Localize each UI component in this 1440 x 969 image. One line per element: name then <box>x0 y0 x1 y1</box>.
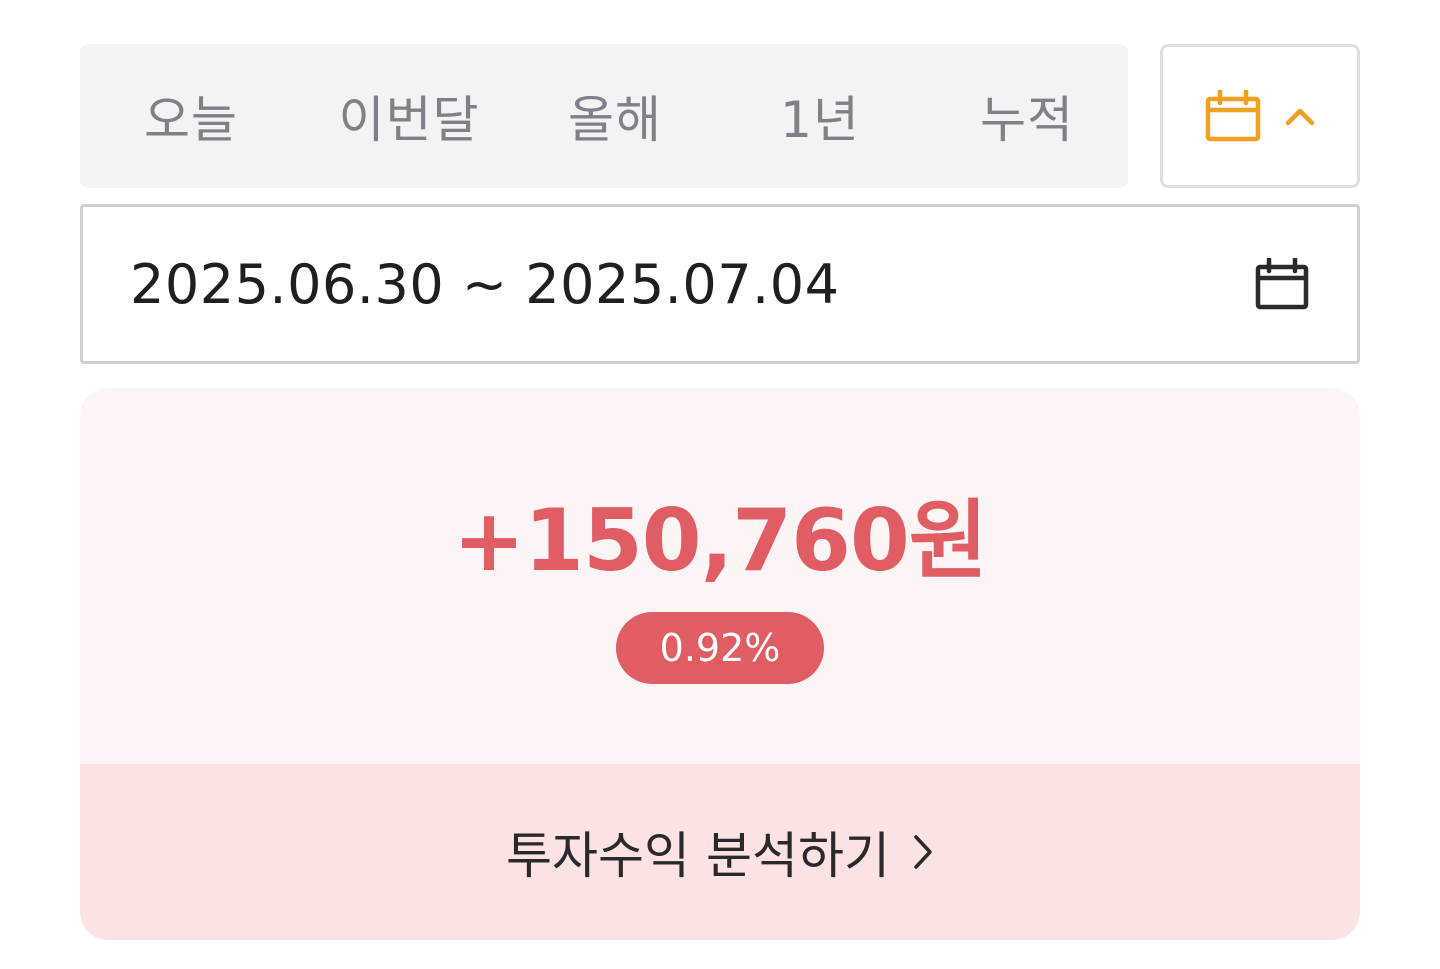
tab-one-year[interactable]: 1년 <box>714 44 926 188</box>
chevron-up-icon <box>1285 106 1315 126</box>
date-range-value: 2025.06.30 ~ 2025.07.04 <box>130 252 840 316</box>
calendar-toggle-button[interactable] <box>1160 44 1360 188</box>
tab-this-year[interactable]: 올해 <box>516 44 714 188</box>
profit-amount: +150,760원 <box>453 491 988 591</box>
investment-analysis-button[interactable]: 투자수익 분석하기 <box>80 764 1360 940</box>
period-tabs: 오늘 이번달 올해 1년 누적 <box>80 44 1128 188</box>
tab-cumulative[interactable]: 누적 <box>926 44 1128 188</box>
tab-today[interactable]: 오늘 <box>80 44 302 188</box>
date-range-field[interactable]: 2025.06.30 ~ 2025.07.04 <box>80 204 1360 364</box>
profit-summary: +150,760원 0.92% <box>80 388 1360 764</box>
analysis-label: 투자수익 분석하기 <box>506 827 890 885</box>
profit-card: +150,760원 0.92% 투자수익 분석하기 <box>80 388 1360 940</box>
chevron-right-icon <box>912 833 934 871</box>
tab-this-month[interactable]: 이번달 <box>302 44 516 188</box>
profit-rate-badge: 0.92% <box>616 612 824 684</box>
calendar-icon[interactable] <box>1255 258 1309 310</box>
calendar-icon <box>1205 90 1261 142</box>
